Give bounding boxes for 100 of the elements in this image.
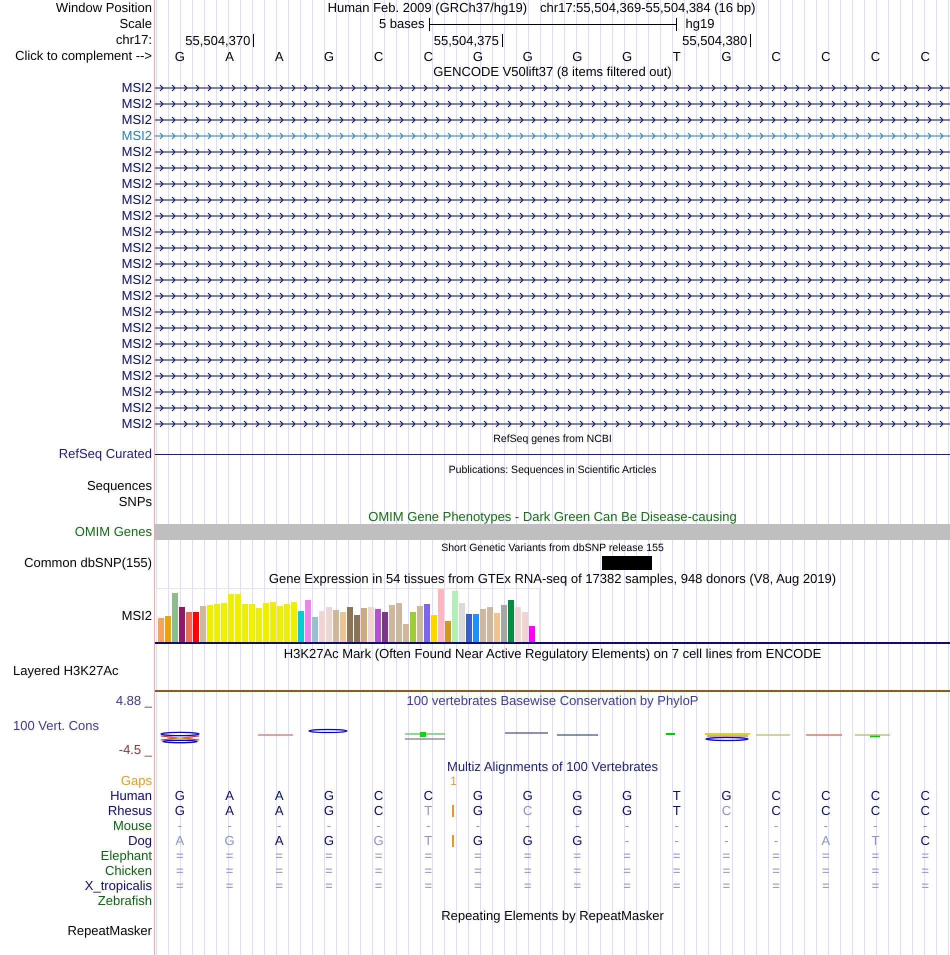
alignment-base: =	[772, 849, 780, 862]
conservation-mark	[756, 734, 790, 736]
alignment-base: G	[224, 834, 235, 847]
gene-label[interactable]: MSI2	[122, 225, 152, 239]
track-title: 100 vertebrates Basewise Conservation by PhyloP	[406, 694, 698, 708]
gene-label[interactable]: MSI2	[122, 385, 152, 399]
alignment-base: A	[225, 804, 234, 817]
alignment-base: A	[176, 834, 184, 847]
track-label[interactable]: MSI2	[122, 608, 152, 622]
species-label[interactable]: Elephant	[100, 848, 152, 862]
conservation-mark	[404, 732, 446, 740]
gene-label[interactable]: MSI2	[122, 273, 152, 287]
alignment-base: G	[472, 834, 484, 847]
alignment-base: -	[724, 819, 729, 832]
gene-label[interactable]: MSI2	[122, 193, 152, 207]
track-title: Short Genetic Variants from dbSNP release 155	[441, 541, 664, 555]
gene-label[interactable]: MSI2	[122, 289, 152, 303]
reference-base: G	[721, 50, 732, 62]
track-label[interactable]: Common dbSNP(155)	[24, 556, 152, 570]
species-label[interactable]: X_tropicalis	[84, 878, 152, 892]
gene-label[interactable]: MSI2	[122, 321, 152, 335]
track-title: RefSeq genes from NCBI	[493, 432, 612, 446]
alignment-base: -	[376, 819, 381, 832]
conservation-mark	[806, 734, 842, 736]
species-label[interactable]: Mouse	[112, 818, 152, 832]
gene-label[interactable]: MSI2	[122, 81, 152, 95]
alignment-base: G	[572, 804, 582, 817]
species-label[interactable]: Dog	[128, 834, 152, 848]
gene-label[interactable]: MSI2	[122, 97, 152, 111]
alignment-base: =	[424, 849, 432, 862]
alignment-base: G	[472, 804, 484, 817]
alignment-base: G	[572, 834, 582, 847]
alignment-base: =	[921, 864, 929, 877]
alignment-base: =	[374, 864, 382, 877]
reference-base: G	[174, 50, 185, 62]
alignment-base: C	[821, 804, 830, 817]
alignment-base: C	[522, 804, 532, 817]
conservation-mark	[160, 732, 200, 744]
track-label[interactable]: Sequences	[86, 479, 152, 493]
gene-label[interactable]: MSI2	[122, 369, 152, 383]
alignment-base: =	[374, 879, 382, 892]
alignment-base: =	[772, 879, 780, 892]
ruler-position: 55,504,375	[434, 34, 503, 46]
track-label[interactable]: Layered H3K27Ac	[13, 664, 119, 678]
track-label[interactable]: SNPs	[118, 495, 152, 509]
gene-label[interactable]: MSI2	[122, 417, 152, 431]
alignment-base: G	[622, 804, 632, 817]
reference-base: G	[622, 50, 632, 62]
alignment-base: -	[824, 819, 828, 832]
alignment-base: =	[275, 864, 284, 877]
alignment-base: =	[623, 879, 631, 892]
alignment-base: G	[522, 834, 533, 847]
alignment-base: =	[524, 879, 532, 892]
alignment-base: =	[672, 864, 681, 877]
alignment-base: =	[921, 879, 929, 892]
alignment-base: =	[772, 864, 780, 877]
alignment-base: -	[277, 819, 282, 832]
alignment-base: =	[226, 879, 234, 892]
track-label[interactable]: RefSeq Curated	[58, 447, 152, 461]
gene-label[interactable]: MSI2	[122, 305, 152, 319]
alignment-base: T	[424, 834, 432, 847]
alignment-base: =	[822, 864, 830, 877]
species-label[interactable]: Human	[110, 788, 152, 802]
species-label[interactable]: Rhesus	[108, 804, 152, 818]
gene-label[interactable]: MSI2	[122, 257, 152, 271]
conservation-mark	[666, 733, 675, 735]
conservation-mark	[556, 734, 598, 736]
track-label[interactable]: RepeatMasker	[67, 924, 152, 938]
species-label[interactable]: Chicken	[105, 864, 152, 878]
gene-label[interactable]: MSI2	[122, 161, 152, 175]
alignment-base: =	[524, 849, 532, 862]
gene-label[interactable]: MSI2	[122, 145, 152, 159]
gene-label[interactable]: MSI2	[122, 113, 152, 127]
gene-label[interactable]: MSI2	[122, 337, 152, 351]
alignment-base: =	[574, 879, 582, 892]
reference-base: A	[225, 50, 234, 62]
track-label[interactable]: 100 Vert. Cons	[13, 718, 99, 732]
alignment-base: G	[374, 834, 384, 847]
gene-label[interactable]: MSI2	[122, 401, 152, 415]
alignment-base: =	[722, 864, 730, 877]
alignment-base: -	[624, 834, 630, 847]
alignment-base: -	[724, 834, 729, 847]
gene-label[interactable]: MSI2	[122, 241, 152, 255]
alignment-base: =	[672, 849, 681, 862]
alignment-base: -	[873, 819, 878, 832]
species-label[interactable]: Zebrafish	[98, 894, 152, 908]
alignment-base: C	[771, 804, 781, 817]
gene-label[interactable]: MSI2	[122, 129, 152, 143]
alignment-base: =	[574, 864, 582, 877]
gene-label[interactable]: MSI2	[122, 209, 152, 223]
gene-label[interactable]: MSI2	[122, 177, 152, 191]
gene-label[interactable]: MSI2	[122, 353, 152, 367]
alignment-base: -	[774, 834, 778, 847]
alignment-base: =	[822, 849, 830, 862]
alignment-base: C	[374, 789, 384, 802]
complement-link[interactable]: Click to complement -->	[15, 49, 152, 63]
track-title: Multiz Alignments of 100 Vertebrates	[446, 760, 658, 774]
alignment-base: =	[176, 849, 184, 862]
track-title: Gene Expression in 54 tissues from GTEx RNA-seq of 17382 samples, 948 donors (V8, Aug 2019)	[268, 572, 836, 586]
track-label[interactable]: OMIM Genes	[74, 525, 152, 539]
